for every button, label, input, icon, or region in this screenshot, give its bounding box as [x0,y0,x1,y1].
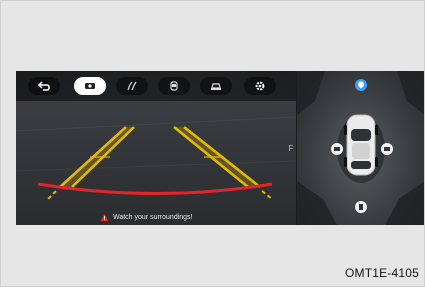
camera-toolbar [16,71,296,101]
ego-vehicle [344,114,378,176]
warning-triangle-icon [100,213,109,221]
right-camera-pin[interactable] [381,143,393,155]
car-top-view-icon [170,81,178,91]
side-tab-marker[interactable]: F [286,141,296,157]
car-front-view-icon [211,83,221,90]
figure-code: OMT1E-4105 [344,266,419,280]
warning-text: Watch your surroundings! [113,213,193,221]
left-camera-pin[interactable] [331,143,343,155]
back-arrow-icon [37,81,50,91]
surround-view [296,71,424,225]
top-view-button[interactable] [158,77,190,95]
camera-icon [334,147,340,151]
settings-button[interactable] [244,77,276,95]
camera-icon [359,204,363,210]
back-button[interactable] [28,77,60,95]
front-view-button[interactable] [200,77,232,95]
rear-camera-view: F Watch your surroundings! [16,71,296,225]
rear-camera-icon [85,83,95,89]
gear-icon [255,81,265,91]
rear-view-camera-button[interactable] [74,77,106,95]
steering-guideline-icon [127,81,137,91]
warning-message: Watch your surroundings! [100,211,193,223]
camera-icon [384,147,390,151]
front-camera-pin[interactable] [355,79,367,91]
rear-camera-pin[interactable] [355,201,367,213]
camera-icon [358,81,364,89]
guideline-toggle-button[interactable] [116,77,148,95]
parking-camera-screen: F Watch your surroundings! [16,71,424,225]
